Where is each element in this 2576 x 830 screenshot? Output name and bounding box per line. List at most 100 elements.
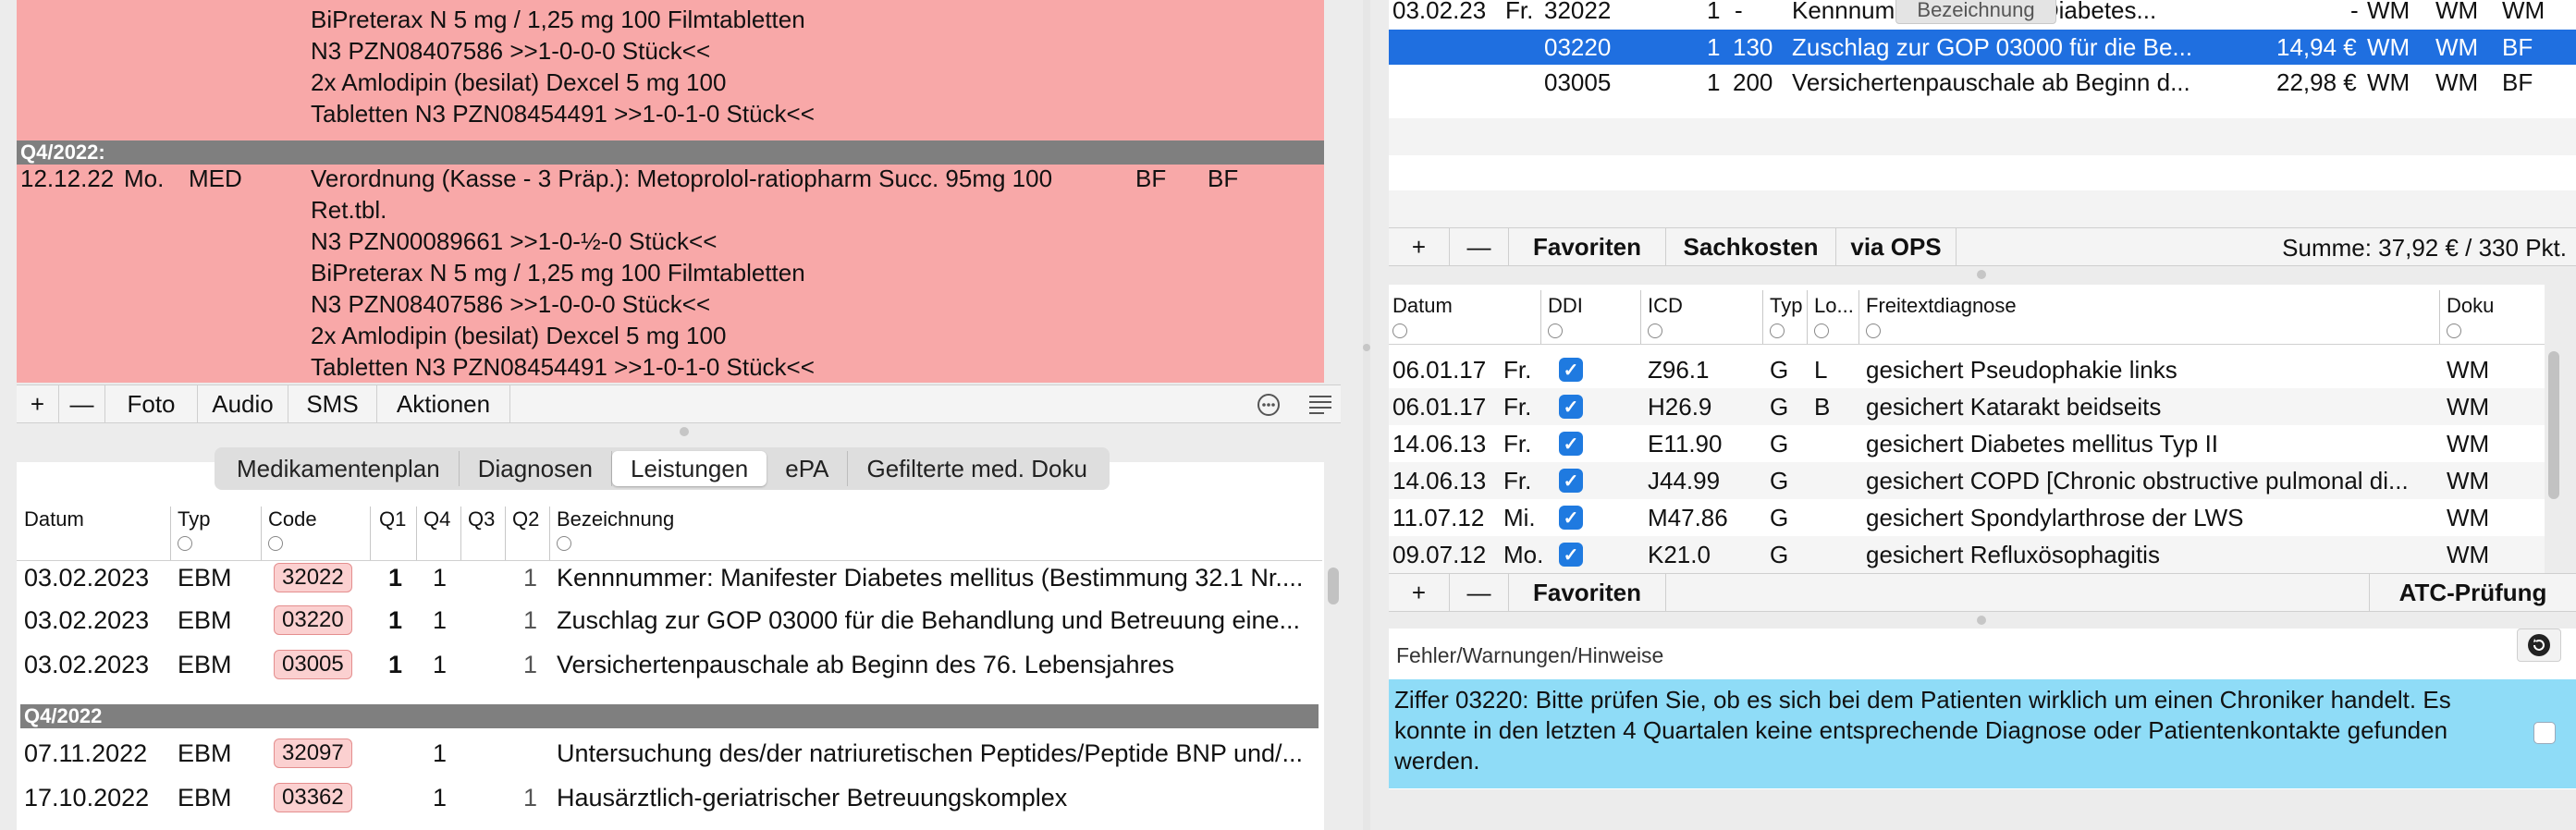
refresh-button[interactable]: [2517, 629, 2561, 662]
billing-row[interactable]: 03005 1 200 Versichertenpauschale ab Beg…: [1389, 65, 2576, 100]
column-header-typ[interactable]: Typ: [1770, 294, 1802, 318]
splitter-handle[interactable]: [1977, 616, 1986, 625]
ddi-checkbox[interactable]: ✓: [1559, 395, 1583, 419]
diagnosis-row[interactable]: 14.06.13 Fr. ✓ E11.90 G gesichert Diabet…: [1389, 425, 2545, 462]
journal-entry-line: Tabletten N3 PZN08454491 >>1-0-1-0 Stück…: [311, 353, 815, 381]
table-row[interactable]: 17.10.2022 EBM 03362 1 1 Hausärztlich-ge…: [17, 776, 1313, 819]
favoriten-button[interactable]: Favoriten: [1509, 574, 1666, 611]
diagnosis-row[interactable]: 06.01.17 Fr. ✓ Z96.1 G L gesichert Pseud…: [1389, 351, 2545, 388]
ddi-checkbox[interactable]: ✓: [1559, 543, 1583, 567]
column-header-q3[interactable]: Q3: [468, 507, 495, 531]
cell-q4: 1: [433, 650, 448, 678]
column-header-bezeichnung[interactable]: Bezeichnung: [557, 507, 674, 531]
add-button[interactable]: +: [1389, 574, 1450, 611]
filter-icon[interactable]: [268, 536, 283, 551]
diagnosis-row[interactable]: 09.07.12 Mo. ✓ K21.0 G gesichert Refluxö…: [1389, 536, 2545, 573]
column-header-typ[interactable]: Typ: [178, 507, 210, 531]
journal-entry-line: 2x Amlodipin (besilat) Dexcel 5 mg 100: [311, 322, 727, 349]
table-row[interactable]: 07.11.2022 EBM 32097 1 Untersuchung des/…: [17, 732, 1313, 775]
audio-button[interactable]: Audio: [198, 385, 288, 422]
foto-button[interactable]: Foto: [105, 385, 198, 422]
remove-button[interactable]: —: [1450, 228, 1509, 265]
tab-leistungen[interactable]: Leistungen: [612, 451, 767, 486]
filter-icon[interactable]: [1866, 323, 1881, 338]
warnings-title: Fehler/Warnungen/Hinweise: [1396, 643, 1664, 667]
filter-icon[interactable]: [1770, 323, 1785, 338]
cell-datum: 11.07.12: [1392, 503, 1485, 531]
splitter-handle[interactable]: [1977, 270, 1986, 279]
billing-row-selected[interactable]: 03220 1 130 Zuschlag zur GOP 03000 für d…: [1389, 30, 2576, 65]
warning-message-box[interactable]: Ziffer 03220: Bitte prüfen Sie, ob es si…: [1389, 679, 2576, 788]
table-row[interactable]: 03.02.2023 EBM 32022 1 1 1 Kennnummer: M…: [17, 556, 1313, 599]
cell-doku: WM: [2447, 540, 2490, 568]
column-header-q2[interactable]: Q2: [512, 507, 539, 531]
column-header-q1[interactable]: Q1: [379, 507, 406, 531]
sachkosten-button[interactable]: Sachkosten: [1666, 228, 1836, 265]
cell-count: 1: [1707, 0, 1721, 24]
diagnosis-row[interactable]: 06.01.17 Fr. ✓ H26.9 G B gesichert Katar…: [1389, 388, 2545, 425]
splitter-handle[interactable]: [680, 427, 689, 436]
aktionen-button[interactable]: Aktionen: [377, 385, 510, 422]
text-format-icon[interactable]: [1307, 393, 1333, 417]
column-header-doku[interactable]: Doku: [2447, 294, 2494, 318]
scrollbar-thumb[interactable]: [1328, 568, 1339, 604]
cell-lokalisation: B: [1814, 392, 1831, 421]
tab-diagnosen[interactable]: Diagnosen: [460, 451, 613, 486]
atc-pruefung-button[interactable]: ATC-Prüfung: [2369, 574, 2576, 611]
acknowledge-checkbox[interactable]: [2533, 722, 2556, 744]
scrollbar-thumb[interactable]: [2548, 351, 2559, 499]
favoriten-button[interactable]: Favoriten: [1509, 228, 1666, 265]
column-header-freitext[interactable]: Freitextdiagnose: [1866, 294, 2017, 318]
journal-panel[interactable]: BiPreterax N 5 mg / 1,25 mg 100 Filmtabl…: [17, 0, 1324, 383]
filter-icon[interactable]: [1548, 323, 1563, 338]
remove-button[interactable]: —: [59, 385, 105, 422]
cell-weekday: Fr.: [1503, 466, 1532, 494]
tab-medikamentenplan[interactable]: Medikamentenplan: [218, 451, 460, 486]
cell-freitext: gesichert Katarakt beidseits: [1866, 392, 2162, 421]
column-divider: [1858, 290, 1859, 344]
billing-sum: Summe: 37,92 € / 330 Pkt.: [2282, 233, 2567, 262]
cell-bezeichnung: Hausärztlich-geriatrischer Betreuungskom…: [557, 783, 1068, 812]
ddi-checkbox[interactable]: ✓: [1559, 506, 1583, 530]
cell-col2: WM: [2435, 32, 2479, 61]
table-row[interactable]: 03.02.2023 EBM 03220 1 1 1 Zuschlag zur …: [17, 599, 1313, 641]
via-ops-button[interactable]: via OPS: [1836, 228, 1957, 265]
column-header-q4[interactable]: Q4: [423, 507, 450, 531]
split-divider[interactable]: [1363, 0, 1370, 830]
diagnosis-row[interactable]: 11.07.12 Mi. ✓ M47.86 G gesichert Spondy…: [1389, 499, 2545, 536]
cell-count: 1: [1707, 32, 1721, 61]
filter-icon[interactable]: [1648, 323, 1662, 338]
ddi-checkbox[interactable]: ✓: [1559, 358, 1583, 382]
column-header-code[interactable]: Code: [268, 507, 317, 531]
remove-button[interactable]: —: [1450, 574, 1509, 611]
tooltip: Bezeichnung: [1895, 0, 2056, 24]
column-header-datum[interactable]: Datum: [24, 507, 84, 531]
tab-epa[interactable]: ePA: [767, 451, 849, 486]
add-button[interactable]: +: [1389, 228, 1450, 265]
column-header-ddi[interactable]: DDI: [1548, 294, 1583, 318]
cell-col1: WM: [2367, 67, 2410, 96]
table-row[interactable]: 03.02.2023 EBM 03005 1 1 1 Versichertenp…: [17, 643, 1313, 686]
filter-icon[interactable]: [1392, 323, 1407, 338]
tab-gefilterte-med-doku[interactable]: Gefilterte med. Doku: [848, 451, 1105, 486]
more-options-icon[interactable]: [1256, 392, 1282, 418]
filter-icon[interactable]: [178, 536, 192, 551]
ddi-checkbox[interactable]: ✓: [1559, 469, 1583, 493]
column-header-lokalisation[interactable]: Lo...: [1814, 294, 1854, 318]
sms-button[interactable]: SMS: [288, 385, 377, 422]
cell-bezeichnung: Versichertenpauschale ab Beginn d...: [1792, 67, 2190, 96]
journal-entry-line: Verordnung (Kasse - 3 Präp.): Metoprolol…: [311, 165, 1053, 192]
column-header-icd[interactable]: ICD: [1648, 294, 1683, 318]
column-header-datum[interactable]: Datum: [1392, 294, 1453, 318]
splitter-handle[interactable]: [1363, 344, 1370, 351]
cell-typ: EBM: [178, 783, 232, 812]
cell-freitext: gesichert Refluxösophagitis: [1866, 540, 2160, 568]
filter-icon[interactable]: [2447, 323, 2461, 338]
filter-icon[interactable]: [1814, 323, 1829, 338]
cell-doku: WM: [2447, 503, 2490, 531]
filter-icon[interactable]: [557, 536, 571, 551]
ddi-checkbox[interactable]: ✓: [1559, 432, 1583, 456]
cell-doku: WM: [2447, 392, 2490, 421]
diagnosis-row[interactable]: 14.06.13 Fr. ✓ J44.99 G gesichert COPD […: [1389, 462, 2545, 499]
add-button[interactable]: +: [17, 385, 59, 422]
